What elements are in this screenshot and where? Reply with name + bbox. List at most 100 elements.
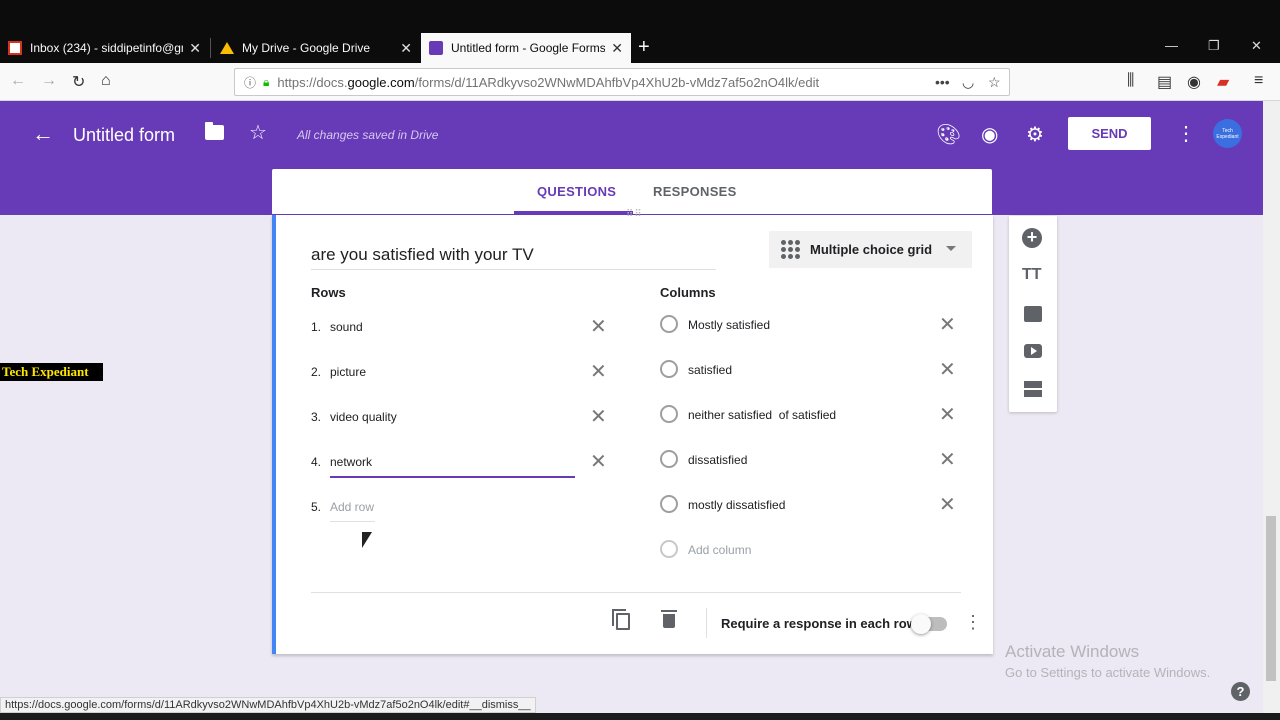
channel-watermark: Tech Expediant [0,363,103,381]
more-vert-icon[interactable]: ⋮ [964,612,982,633]
close-icon[interactable]: ✕ [611,40,623,57]
require-response-toggle[interactable] [911,614,947,634]
page-actions-icon[interactable]: ••• [935,74,950,90]
row-option[interactable]: 1. sound ✕ [311,314,611,342]
row-text[interactable]: sound [330,320,363,334]
extension-icon[interactable]: ▰ [1217,72,1229,92]
tab-forms[interactable]: Untitled form - Google Forms ✕ [421,33,631,63]
remove-column-icon[interactable]: ✕ [939,357,956,382]
home-icon[interactable]: ⌂ [101,72,111,90]
column-option[interactable]: neither satisfied of satisfied ✕ [660,404,960,432]
page-scrollbar[interactable] [1263,101,1280,715]
back-arrow-icon[interactable]: ← [32,121,54,147]
column-option[interactable]: dissatisfied ✕ [660,449,960,477]
row-option[interactable]: 4. network ✕ [311,449,611,478]
drive-icon [220,42,234,54]
add-title-icon[interactable]: TT [1022,266,1044,288]
scrollbar-thumb[interactable] [1266,516,1276,681]
remove-row-icon[interactable]: ✕ [590,449,607,474]
remove-row-icon[interactable]: ✕ [590,404,607,429]
preview-eye-icon[interactable]: ◉ [981,122,998,147]
column-option[interactable]: mostly dissatisfied ✕ [660,494,960,522]
question-type-select[interactable]: Multiple choice grid [769,231,972,268]
folder-icon[interactable] [205,122,224,140]
active-input-underline [330,476,575,478]
drag-handle-icon[interactable]: ⠿⠿ [626,209,643,220]
url-prefix: https://docs. [277,74,348,90]
forms-icon [429,41,443,55]
delete-icon[interactable] [661,610,677,628]
add-image-icon[interactable] [1024,306,1042,322]
sidebar-icon[interactable]: ▤ [1157,72,1172,92]
column-text[interactable]: dissatisfied [688,453,747,467]
window-close-icon[interactable]: ✕ [1251,38,1262,54]
reload-icon[interactable]: ↻ [72,72,85,92]
tab-drive[interactable]: My Drive - Google Drive ✕ [212,33,420,63]
row-text[interactable]: network [330,455,372,469]
column-text[interactable]: Mostly satisfied [688,318,770,332]
remove-row-icon[interactable]: ✕ [590,359,607,384]
browser-nav-bar: ← → ↻ ⌂ ⓘ 🔒︎ https://docs. google.com/for… [0,63,1280,101]
radio-circle-icon [660,495,678,513]
settings-gear-icon[interactable]: ⚙ [1026,122,1044,147]
row-text[interactable]: picture [330,365,366,379]
row-number: 1. [311,320,322,334]
radio-circle-icon [660,360,678,378]
taskbar-edge [0,713,1280,720]
new-tab-icon[interactable]: + [638,36,650,59]
palette-icon[interactable]: 🎨︎ [936,122,961,147]
lock-icon: 🔒︎ [263,74,270,89]
minimize-icon[interactable]: — [1165,38,1178,53]
column-option[interactable]: Mostly satisfied ✕ [660,314,960,342]
send-button[interactable]: SEND [1068,117,1151,150]
forward-icon[interactable]: → [41,72,57,90]
tab-responses[interactable]: RESPONSES [653,184,737,199]
add-row[interactable]: 5. Add row [311,494,611,522]
close-icon[interactable]: ✕ [400,40,412,57]
remove-column-icon[interactable]: ✕ [939,312,956,337]
column-option[interactable]: satisfied ✕ [660,359,960,387]
close-icon[interactable]: ✕ [189,40,201,57]
row-option[interactable]: 2. picture ✕ [311,359,611,387]
footer-separator [706,608,707,638]
avatar[interactable]: Tech Expediant [1213,119,1242,148]
row-option[interactable]: 3. video quality ✕ [311,404,611,432]
back-icon[interactable]: ← [10,72,26,90]
add-column[interactable]: Add column [660,539,960,567]
column-text[interactable]: neither satisfied of satisfied [688,408,836,422]
tab-gmail[interactable]: Inbox (234) - siddipetinfo@gm ✕ [0,33,209,63]
restore-icon[interactable]: ❐ [1208,38,1220,54]
url-bar[interactable]: ⓘ 🔒︎ https://docs. google.com/forms/d/11A… [234,68,1010,96]
remove-column-icon[interactable]: ✕ [939,402,956,427]
question-card[interactable]: ⠿⠿ are you satisfied with your TV Multip… [272,209,993,654]
bookmark-star-icon[interactable]: ☆ [988,74,1001,91]
remove-column-icon[interactable]: ✕ [939,492,956,517]
row-text[interactable]: video quality [330,410,397,424]
help-icon[interactable]: ? [1231,682,1250,701]
add-video-icon[interactable] [1024,344,1042,358]
form-title[interactable]: Untitled form [73,125,175,146]
library-icon[interactable]: ⫼ [1127,72,1134,90]
account-icon[interactable]: ◉ [1187,72,1201,92]
column-text[interactable]: mostly dissatisfied [688,498,785,512]
add-section-icon[interactable] [1024,381,1042,397]
add-column-input[interactable]: Add column [688,543,751,557]
more-vert-icon[interactable]: ⋮ [1176,121,1196,146]
pocket-icon[interactable]: ◡ [962,74,974,91]
radio-circle-icon [660,405,678,423]
info-icon[interactable]: ⓘ [244,74,256,91]
row-number: 3. [311,410,322,424]
add-question-icon[interactable]: + [1022,228,1042,248]
menu-icon[interactable]: ≡ [1254,72,1263,90]
url-host: google.com [347,74,415,90]
duplicate-icon[interactable] [612,609,630,630]
question-title-input[interactable]: are you satisfied with your TV [311,245,716,270]
column-text[interactable]: satisfied [688,363,732,377]
tab-questions[interactable]: QUESTIONS [537,184,616,199]
remove-column-icon[interactable]: ✕ [939,447,956,472]
columns-label: Columns [660,285,716,300]
remove-row-icon[interactable]: ✕ [590,314,607,339]
star-icon[interactable]: ☆ [249,120,267,145]
active-tab-indicator [514,211,633,214]
add-row-input[interactable]: Add row [330,500,374,514]
